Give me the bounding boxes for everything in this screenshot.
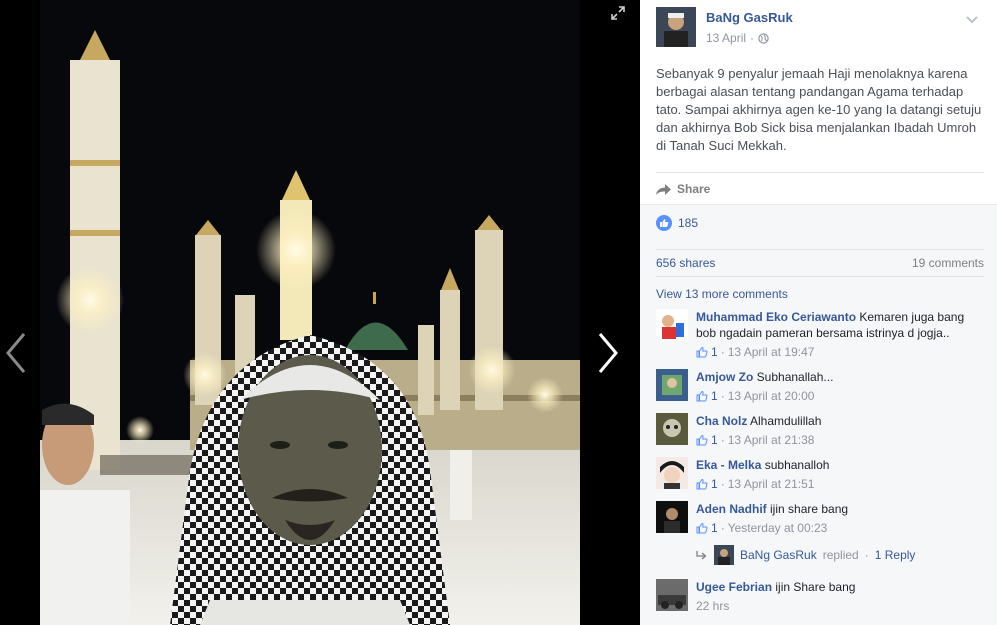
- post-caption: Sebanyak 9 penyalur jemaah Haji menolakn…: [656, 66, 982, 153]
- reactions-summary[interactable]: 185: [656, 215, 698, 231]
- meta-separator: ·: [720, 345, 725, 359]
- comment-like-count[interactable]: 1: [711, 521, 718, 535]
- like-thumb-icon[interactable]: [696, 522, 708, 534]
- comment-meta: 1 · 13 April at 20:00: [696, 389, 814, 403]
- meta-separator: ·: [720, 389, 725, 403]
- view-more-comments-link[interactable]: View 13 more comments: [656, 287, 788, 301]
- comment-time[interactable]: 13 April at 19:47: [728, 345, 815, 359]
- reply-action: replied: [822, 548, 859, 562]
- meta-separator: ·: [720, 521, 725, 535]
- comment-meta: 1 · 13 April at 21:38: [696, 433, 814, 447]
- post-options-chevron-icon[interactable]: [965, 12, 979, 24]
- post-panel: BaNg GasRuk 13 April · Sebanyak 9 penyal…: [640, 0, 997, 625]
- shares-count-link[interactable]: 656 shares: [656, 256, 715, 270]
- commenter-avatar[interactable]: [656, 579, 688, 611]
- commenter-avatar[interactable]: [656, 501, 688, 533]
- comment-text: Subhanallah...: [756, 370, 834, 384]
- comment-text: subhanalloh: [764, 458, 830, 472]
- commenter-name-link[interactable]: Cha Nolz: [696, 414, 747, 428]
- comment-time[interactable]: 22 hrs: [696, 599, 729, 613]
- share-arrow-icon: [656, 183, 671, 195]
- comment-time[interactable]: 13 April at 21:38: [728, 433, 815, 447]
- meta-separator: ·: [864, 548, 869, 562]
- post-date[interactable]: 13 April: [706, 31, 746, 45]
- like-thumb-icon[interactable]: [696, 478, 708, 490]
- author-name-link[interactable]: BaNg GasRuk: [706, 10, 793, 25]
- meta-separator: ·: [720, 433, 725, 447]
- comment-meta: 22 hrs: [696, 599, 729, 613]
- commenter-name-link[interactable]: Muhammad Eko Ceriawanto: [696, 310, 856, 324]
- like-reaction-icon: [656, 215, 672, 231]
- meta-separator: ·: [750, 31, 755, 45]
- commenter-avatar[interactable]: [656, 369, 688, 401]
- post-header: BaNg GasRuk 13 April ·: [640, 0, 997, 52]
- post-photo[interactable]: [40, 0, 580, 625]
- next-photo-arrow-icon[interactable]: [592, 330, 622, 376]
- comment-time[interactable]: 13 April at 21:51: [728, 477, 815, 491]
- photo-viewer: [0, 0, 640, 625]
- like-thumb-icon[interactable]: [696, 390, 708, 402]
- commenter-name-link[interactable]: Ugee Febrian: [696, 580, 772, 594]
- reactions-count: 185: [678, 216, 699, 230]
- comment-like-count[interactable]: 1: [711, 433, 718, 447]
- photo-illustration: [40, 0, 580, 625]
- fullscreen-expand-icon[interactable]: [610, 5, 626, 21]
- engagement-stats: 656 shares 19 comments: [656, 249, 984, 277]
- meta-separator: ·: [720, 477, 725, 491]
- commenter-avatar[interactable]: [656, 413, 688, 445]
- comment-meta: 1 · Yesterday at 00:23: [696, 521, 827, 535]
- comment-text: Alhamdulillah: [750, 414, 822, 428]
- like-thumb-icon[interactable]: [696, 346, 708, 358]
- comment-time[interactable]: 13 April at 20:00: [728, 389, 815, 403]
- like-thumb-icon[interactable]: [696, 434, 708, 446]
- comment-like-count[interactable]: 1: [711, 477, 718, 491]
- commenter-avatar[interactable]: [656, 309, 688, 341]
- commenter-name-link[interactable]: Amjow Zo: [696, 370, 753, 384]
- reply-count: 1 Reply: [874, 548, 916, 562]
- comment-meta: 1 · 13 April at 21:51: [696, 477, 814, 491]
- share-button[interactable]: Share: [656, 172, 984, 204]
- feedback-section: 185 656 shares 19 comments View 13 more …: [640, 204, 997, 625]
- view-replies-link[interactable]: BaNg GasRuk replied · 1 Reply: [696, 545, 915, 565]
- reply-author: BaNg GasRuk: [740, 548, 817, 562]
- comment-text: ijin Share bang: [775, 580, 856, 594]
- commenter-avatar[interactable]: [656, 457, 688, 489]
- comment-text: ijin share bang: [770, 502, 849, 516]
- author-avatar[interactable]: [656, 7, 696, 47]
- reply-author-avatar: [714, 545, 734, 565]
- globe-icon[interactable]: [758, 32, 769, 44]
- comment-like-count[interactable]: 1: [711, 389, 718, 403]
- commenter-name-link[interactable]: Eka - Melka: [696, 458, 761, 472]
- comment-meta: 1 · 13 April at 19:47: [696, 345, 814, 359]
- comment-time[interactable]: Yesterday at 00:23: [728, 521, 828, 535]
- comments-count-link[interactable]: 19 comments: [912, 256, 984, 270]
- comment-like-count[interactable]: 1: [711, 345, 718, 359]
- commenter-name-link[interactable]: Aden Nadhif: [696, 502, 767, 516]
- post-meta: 13 April ·: [706, 31, 769, 45]
- share-label: Share: [677, 181, 711, 196]
- reply-arrow-icon: [696, 550, 708, 560]
- previous-photo-arrow-icon[interactable]: [2, 330, 32, 376]
